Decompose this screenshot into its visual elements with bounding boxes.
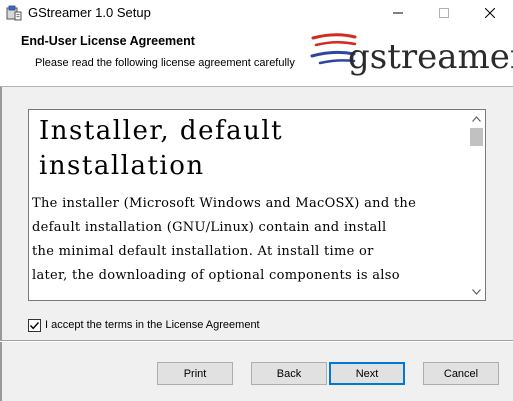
page-title: End-User License Agreement xyxy=(21,34,195,48)
checkmark-icon xyxy=(29,321,40,329)
close-button[interactable] xyxy=(467,0,513,26)
accept-terms-row[interactable]: I accept the terms in the License Agreem… xyxy=(28,317,260,333)
license-line: default installation (GNU/Linux) contain… xyxy=(32,220,387,235)
cancel-button[interactable]: Cancel xyxy=(423,362,499,385)
accept-terms-checkbox[interactable] xyxy=(28,318,41,332)
scroll-up-button[interactable] xyxy=(468,110,485,127)
scroll-thumb[interactable] xyxy=(470,128,483,146)
chevron-down-icon xyxy=(472,288,481,295)
license-paragraph: The installer (Microsoft Windows and Mac… xyxy=(32,192,464,288)
page-subtitle: Please read the following license agreem… xyxy=(35,57,295,69)
license-heading-line: installation xyxy=(39,151,205,181)
license-heading-line: Installer, default xyxy=(39,116,284,146)
license-text-box[interactable]: Installer, default installation The inst… xyxy=(28,109,486,301)
close-icon xyxy=(485,8,495,18)
next-button[interactable]: Next xyxy=(329,362,405,385)
back-button[interactable]: Back xyxy=(251,362,327,385)
print-button[interactable]: Print xyxy=(157,362,233,385)
chevron-up-icon xyxy=(472,115,481,122)
license-line: later, the downloading of optional compo… xyxy=(32,268,400,283)
logo-wordmark: gstreamer xyxy=(348,37,513,77)
maximize-button[interactable] xyxy=(421,0,467,26)
license-line: The installer (Microsoft Windows and Mac… xyxy=(32,196,417,211)
left-edge xyxy=(0,87,2,401)
vertical-scrollbar[interactable] xyxy=(468,110,485,300)
minimize-icon xyxy=(393,12,403,14)
license-line: the minimal default installation. At ins… xyxy=(32,244,374,259)
license-heading: Installer, default installation xyxy=(32,114,464,184)
dialog-header: End-User License Agreement Please read t… xyxy=(0,26,513,87)
accept-terms-label[interactable]: I accept the terms in the License Agreem… xyxy=(45,319,260,331)
installer-app-icon xyxy=(6,5,22,21)
scroll-down-button[interactable] xyxy=(468,283,485,300)
minimize-button[interactable] xyxy=(375,0,421,26)
title-bar: GStreamer 1.0 Setup xyxy=(0,0,513,26)
window-title: GStreamer 1.0 Setup xyxy=(28,5,151,20)
maximize-icon xyxy=(439,8,449,18)
gstreamer-logo: gstreamer xyxy=(310,28,513,78)
footer-divider-highlight xyxy=(0,341,513,342)
license-content: Installer, default installation The inst… xyxy=(32,114,464,288)
